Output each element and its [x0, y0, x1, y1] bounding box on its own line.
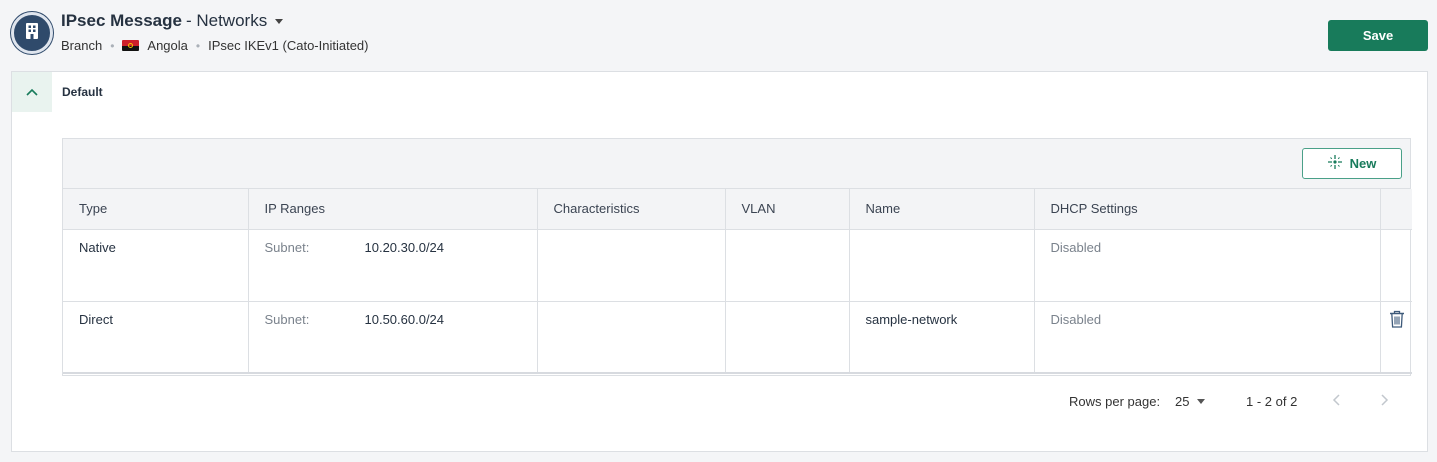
new-network-button[interactable]: New: [1302, 148, 1402, 179]
column-header-ip-ranges[interactable]: IP Ranges: [248, 189, 538, 230]
cell-name: sample-network: [849, 301, 1035, 374]
table-toolbar: New: [63, 139, 1410, 189]
cell-ip-ranges: Subnet: 10.20.30.0/24: [248, 229, 538, 302]
page-title[interactable]: IPsec Message - Networks: [61, 11, 284, 31]
chevron-left-icon: [1332, 394, 1340, 406]
subnet-label: Subnet:: [264, 311, 310, 327]
column-header-characteristics[interactable]: Characteristics: [537, 189, 726, 230]
separator-dot: •: [195, 38, 201, 53]
networks-panel: Default New Type IP Ranges Characteristi…: [11, 71, 1428, 452]
rows-per-page-value: 25: [1175, 394, 1190, 409]
pagination: Rows per page: 25 1 - 2 of 2: [12, 392, 1427, 412]
page-header: IPsec Message - Networks Branch • Angola…: [0, 0, 1437, 70]
connection-type: IPsec IKEv1 (Cato-Initiated): [208, 38, 369, 53]
angola-flag-icon: [122, 40, 140, 51]
cell-actions: [1380, 301, 1412, 374]
cell-characteristics: [537, 301, 726, 374]
subnet-label: Subnet:: [264, 239, 310, 255]
table-row[interactable]: Native Subnet: 10.20.30.0/24 Disabled: [63, 229, 1412, 302]
cell-characteristics: [537, 229, 726, 302]
rows-per-page-label: Rows per page:: [1069, 394, 1161, 409]
page-subtitle: - Networks: [185, 11, 268, 30]
cell-vlan: [725, 229, 850, 302]
table-header-row: Type IP Ranges Characteristics VLAN Name…: [63, 189, 1412, 230]
networks-table-card: New Type IP Ranges Characteristics VLAN …: [62, 138, 1412, 376]
new-button-label: New: [1349, 156, 1377, 171]
subnet-value: 10.50.60.0/24: [364, 311, 445, 327]
caret-down-icon[interactable]: [275, 18, 284, 24]
building-icon: [25, 22, 39, 44]
cell-type: Native: [63, 229, 249, 302]
chevron-right-icon: [1381, 394, 1389, 406]
site-type: Branch: [61, 38, 103, 53]
save-button[interactable]: Save: [1328, 20, 1428, 51]
sparkle-icon: [1327, 155, 1342, 172]
column-header-actions: [1380, 189, 1412, 230]
cell-actions: [1380, 229, 1412, 302]
site-name: IPsec Message: [61, 11, 182, 30]
page-range: 1 - 2 of 2: [1246, 394, 1298, 409]
site-meta: Branch • Angola • IPsec IKEv1 (Cato-Init…: [61, 38, 369, 53]
trash-icon[interactable]: [1389, 310, 1405, 331]
caret-down-icon: [1197, 399, 1206, 404]
chevron-up-icon: [26, 83, 38, 101]
site-avatar: [11, 12, 53, 54]
section-title: Default: [62, 85, 103, 99]
subnet-value: 10.20.30.0/24: [364, 239, 445, 255]
cell-dhcp-settings: Disabled: [1034, 301, 1381, 374]
site-country: Angola: [147, 38, 188, 53]
networks-table: Type IP Ranges Characteristics VLAN Name…: [63, 189, 1412, 374]
column-header-name[interactable]: Name: [849, 189, 1035, 230]
cell-name: [849, 229, 1035, 302]
column-header-vlan[interactable]: VLAN: [725, 189, 850, 230]
column-header-type[interactable]: Type: [63, 189, 249, 230]
cell-dhcp-settings: Disabled: [1034, 229, 1381, 302]
cell-type: Direct: [63, 301, 249, 374]
cell-vlan: [725, 301, 850, 374]
rows-per-page-select[interactable]: 25: [1175, 394, 1206, 409]
next-page-button[interactable]: [1379, 392, 1389, 411]
table-row[interactable]: Direct Subnet: 10.50.60.0/24 sample-netwo…: [63, 301, 1412, 374]
previous-page-button[interactable]: [1332, 392, 1342, 411]
column-header-dhcp-settings[interactable]: DHCP Settings: [1034, 189, 1381, 230]
collapse-section-button[interactable]: [12, 72, 52, 112]
cell-ip-ranges: Subnet: 10.50.60.0/24: [248, 301, 538, 374]
separator-dot: •: [110, 38, 115, 53]
